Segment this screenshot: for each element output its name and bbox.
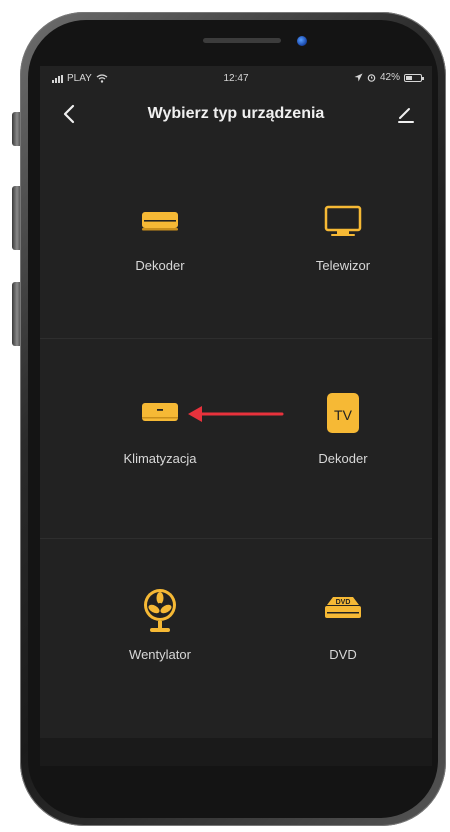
device-tile-dvd[interactable]: DVD DVD — [268, 583, 418, 693]
navigation-bar: Wybierz typ urządzenia — [40, 90, 432, 140]
chevron-left-icon — [63, 104, 75, 124]
bottom-safe-area — [40, 738, 432, 766]
earpiece-speaker — [203, 38, 281, 43]
device-label: Wentylator — [129, 647, 191, 662]
alarm-icon — [367, 74, 376, 82]
device-tile-telewizor[interactable]: Telewizor — [268, 194, 418, 304]
app-screen: PLAY 12:47 42% Wybierz typ urządzenia De… — [40, 66, 432, 766]
row-divider — [40, 338, 432, 339]
back-button[interactable] — [58, 100, 82, 128]
tv-badge-text: TV — [334, 407, 353, 423]
tv-badge-icon: TV — [303, 387, 383, 443]
set-top-box-icon — [120, 194, 200, 250]
device-tile-dekoder[interactable]: Dekoder — [85, 194, 235, 304]
device-label: Telewizor — [315, 258, 371, 273]
row-divider — [40, 538, 432, 539]
annotation-arrow-icon — [188, 406, 284, 422]
front-camera — [297, 36, 307, 46]
tv-icon — [303, 194, 383, 250]
dvd-player-icon: DVD — [303, 583, 383, 639]
device-label: Klimatyzacja — [123, 451, 197, 466]
device-label: Dekoder — [135, 258, 185, 273]
device-label: DVD — [329, 647, 357, 662]
status-right: 42% — [354, 72, 424, 83]
dvd-badge-text: DVD — [336, 599, 351, 606]
status-bar: PLAY 12:47 42% — [40, 66, 432, 90]
battery-icon — [404, 73, 424, 82]
stage: PLAY 12:47 42% Wybierz typ urządzenia De… — [0, 0, 450, 832]
device-tile-dekoder-tv[interactable]: TV Dekoder — [268, 387, 418, 497]
page-title: Wybierz typ urządzenia — [147, 105, 325, 122]
edit-button[interactable] — [394, 102, 418, 126]
device-tile-wentylator[interactable]: Wentylator — [85, 583, 235, 693]
battery-percent: 42% — [379, 72, 400, 83]
device-label: Dekoder — [318, 451, 368, 466]
pencil-icon — [398, 108, 414, 123]
location-arrow-icon — [354, 73, 363, 82]
battery-level — [406, 75, 412, 80]
fan-icon — [120, 583, 200, 639]
